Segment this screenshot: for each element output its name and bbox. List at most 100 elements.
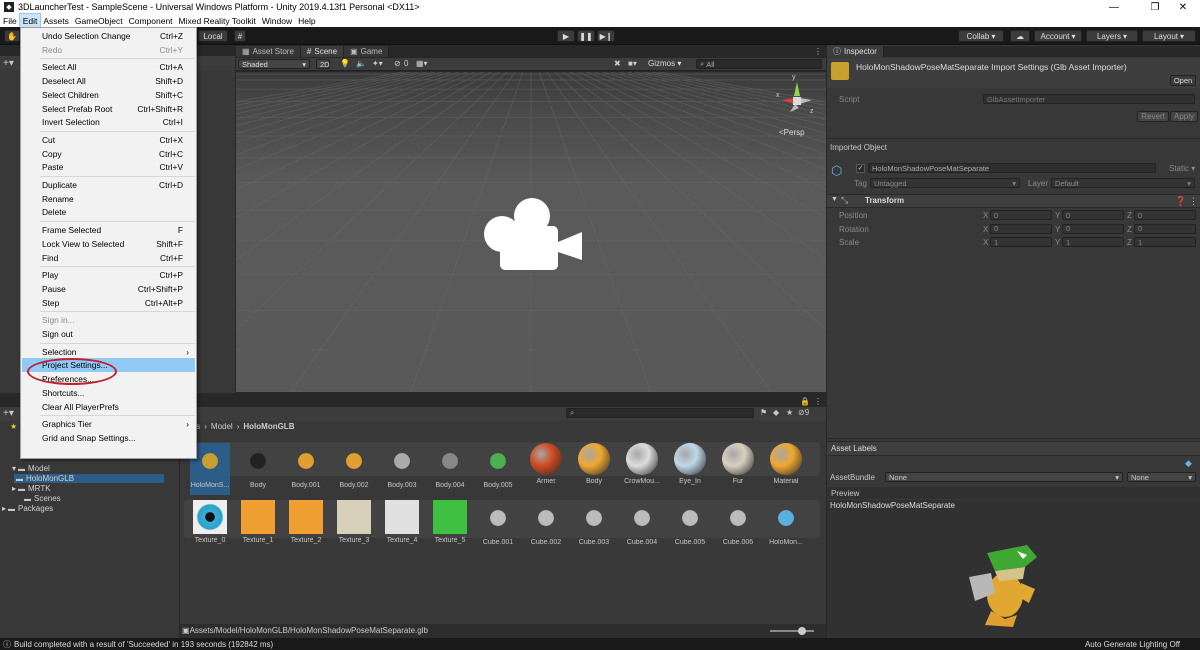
asset-item[interactable]: Cube.002	[526, 500, 566, 552]
audio-icon[interactable]: 🔈	[356, 59, 366, 68]
menu-gameobject[interactable]: GameObject	[72, 14, 126, 27]
edit-menu-item-play[interactable]: Play Ctrl+P	[22, 268, 195, 282]
asset-item[interactable]: Texture_5	[430, 500, 470, 552]
menu-window[interactable]: Window	[259, 14, 295, 27]
tab-game[interactable]: ▣ Game	[344, 46, 390, 57]
tree-item-packages[interactable]: ▸ ▬ Packages	[2, 504, 53, 513]
transform-position-y-field[interactable]: 0	[1062, 210, 1124, 220]
tools-icon[interactable]: ✖	[614, 59, 621, 68]
transform-rotation-x-field[interactable]: 0	[990, 223, 1052, 234]
edit-menu-item-deselect-all[interactable]: Deselect All Shift+D	[22, 74, 195, 88]
pivot-local-button[interactable]: Local	[198, 30, 228, 42]
edit-menu-item-graphics-tier[interactable]: Graphics Tier ›	[22, 417, 195, 431]
object-name-field[interactable]: HoloMonShadowPoseMatSeparate	[868, 163, 1156, 173]
static-toggle[interactable]: Static ▾	[1169, 164, 1195, 173]
hand-tool-button[interactable]: ✋	[4, 30, 20, 42]
light-icon[interactable]: 💡	[340, 59, 350, 68]
asset-item[interactable]: Body	[574, 443, 614, 495]
orientation-gizmo-icon[interactable]: y x z	[776, 74, 814, 128]
grid-snap-button[interactable]: #	[234, 30, 246, 42]
asset-variant-dropdown[interactable]: None ▾	[1127, 472, 1196, 482]
asset-item[interactable]: Cube.001	[478, 500, 518, 552]
menu-edit[interactable]: Edit	[18, 13, 42, 28]
transform-rotation-y-field[interactable]: 0	[1062, 223, 1124, 234]
edit-menu-item-find[interactable]: Find Ctrl+F	[22, 251, 195, 265]
status-message[interactable]: Build completed with a result of 'Succee…	[14, 640, 273, 649]
favorites-star-icon[interactable]: ★	[10, 422, 17, 431]
label-icon[interactable]: ◆	[1185, 458, 1192, 469]
asset-item[interactable]: Cube.003	[574, 500, 614, 552]
edit-menu-item-undo-selection-change[interactable]: Undo Selection Change Ctrl+Z	[22, 29, 195, 43]
tab-asset-store[interactable]: ▦ Asset Store	[236, 46, 301, 57]
edit-menu-item-sign-in[interactable]: Sign in...	[22, 313, 195, 327]
tree-item-scenes[interactable]: ▬ Scenes	[22, 494, 61, 503]
asset-item[interactable]: Material	[766, 443, 806, 495]
play-button[interactable]: ▶	[557, 30, 575, 42]
asset-item[interactable]: Body.004	[430, 443, 470, 495]
filter-type-icon[interactable]: ⚑	[760, 408, 767, 417]
menu-file[interactable]: File	[0, 14, 20, 27]
edit-menu-item-shortcuts[interactable]: Shortcuts...	[22, 386, 195, 400]
tree-item-mrtk[interactable]: ▸ ▬ MRTK	[12, 484, 51, 493]
tab-inspector[interactable]: ⓘ Inspector	[827, 46, 884, 57]
active-checkbox[interactable]: ✓	[856, 164, 865, 173]
asset-item[interactable]: Cube.004	[622, 500, 662, 552]
panel-menu-icon[interactable]: ⋮	[814, 47, 822, 56]
camera-settings-icon[interactable]: ■▾	[628, 59, 637, 68]
thumbnail-size-slider[interactable]	[770, 630, 814, 632]
transform-rotation-z-field[interactable]: 0	[1134, 223, 1196, 234]
panel-menu-icon[interactable]: ⋮	[814, 397, 822, 406]
edit-menu-item-copy[interactable]: Copy Ctrl+C	[22, 147, 195, 161]
pause-button[interactable]: ❚❚	[577, 30, 595, 42]
layer-dropdown[interactable]: Default ▾	[1051, 178, 1195, 188]
asset-item[interactable]: Body	[238, 443, 278, 495]
edit-menu-item-select-children[interactable]: Select Children Shift+C	[22, 88, 195, 102]
edit-menu-item-lock-view-to-selected[interactable]: Lock View to Selected Shift+F	[22, 237, 195, 251]
edit-menu-item-step[interactable]: Step Ctrl+Alt+P	[22, 296, 195, 310]
tab-scene[interactable]: # Scene	[300, 46, 345, 57]
asset-item[interactable]: Texture_2	[286, 500, 326, 552]
tree-item-model[interactable]: ▾ ▬ Model	[12, 464, 50, 473]
layout-button[interactable]: Layout ▾	[1142, 30, 1196, 42]
asset-item[interactable]: Armer	[526, 443, 566, 495]
asset-item[interactable]: Texture_0	[190, 500, 230, 552]
asset-item[interactable]: Body.005	[478, 443, 518, 495]
hidden-objects-icon[interactable]: ⊘	[394, 59, 401, 68]
slider-thumb[interactable]	[798, 627, 806, 635]
camera-gizmo-icon[interactable]	[480, 196, 584, 274]
breadcrumb-item[interactable]: Model	[211, 422, 233, 431]
asset-item[interactable]: HoloMon...	[766, 500, 806, 552]
grid-icon[interactable]: ▦▾	[416, 59, 428, 68]
filter-label-icon[interactable]: ◆	[773, 408, 779, 417]
apply-button[interactable]: Apply	[1170, 111, 1198, 122]
asset-item[interactable]: Fur	[718, 443, 758, 495]
preview-header[interactable]	[827, 487, 1200, 499]
layers-button[interactable]: Layers ▾	[1086, 30, 1138, 42]
scene-search-input[interactable]: ⌕ All	[696, 59, 822, 69]
edit-menu-item-rename[interactable]: Rename	[22, 192, 195, 206]
menu-assets[interactable]: Assets	[40, 14, 72, 27]
transform-position-z-field[interactable]: 0	[1134, 210, 1196, 220]
lock-icon[interactable]: 🔒	[800, 397, 810, 406]
close-button[interactable]: ✕	[1166, 0, 1200, 14]
shading-mode-dropdown[interactable]: Shaded ▾	[238, 59, 310, 69]
edit-menu-item-grid-and-snap-settings[interactable]: Grid and Snap Settings...	[22, 431, 195, 445]
edit-menu-item-delete[interactable]: Delete	[22, 205, 195, 219]
foldout-arrow-icon[interactable]: ▸	[12, 484, 16, 493]
menu-help[interactable]: Help	[295, 14, 318, 27]
collab-button[interactable]: Collab ▾	[958, 30, 1004, 42]
asset-item[interactable]: Body.002	[334, 443, 374, 495]
asset-item[interactable]: Texture_1	[238, 500, 278, 552]
gizmos-dropdown[interactable]: Gizmos ▾	[648, 59, 681, 68]
tag-dropdown[interactable]: Untagged ▾	[870, 178, 1020, 188]
minimize-button[interactable]: —	[1097, 0, 1131, 14]
account-button[interactable]: Account ▾	[1034, 30, 1082, 42]
project-search-input[interactable]: ⌕	[566, 408, 754, 418]
edit-menu-item-pause[interactable]: Pause Ctrl+Shift+P	[22, 282, 195, 296]
help-icon[interactable]: ❓	[1175, 196, 1186, 207]
edit-menu-item-select-prefab-root[interactable]: Select Prefab Root Ctrl+Shift+R	[22, 102, 195, 116]
foldout-arrow-icon[interactable]: ▼	[831, 196, 838, 203]
asset-bundle-dropdown[interactable]: None ▾	[885, 472, 1123, 482]
asset-item[interactable]: Texture_4	[382, 500, 422, 552]
edit-menu-item-cut[interactable]: Cut Ctrl+X	[22, 133, 195, 147]
